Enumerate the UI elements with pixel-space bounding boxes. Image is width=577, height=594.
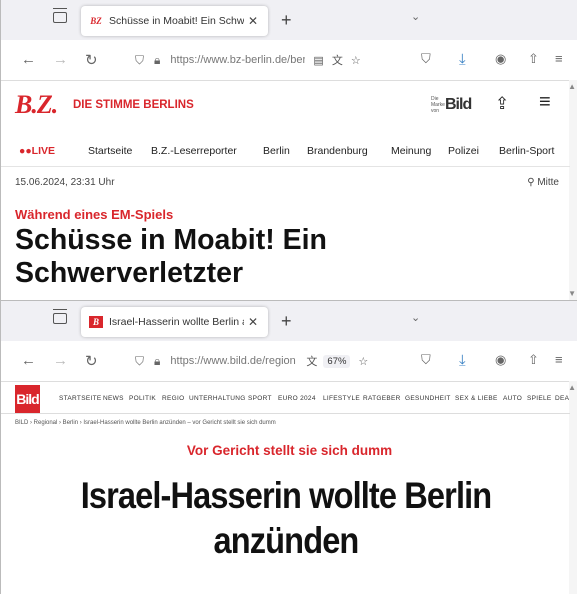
article-date: 15.06.2024, 23:31 Uhr <box>15 177 115 188</box>
bild-brand-link[interactable]: Die Marke von Bild <box>431 94 473 116</box>
chevron-down-icon[interactable]: ⌄ <box>411 10 420 23</box>
account-icon[interactable]: ◉ <box>495 352 506 368</box>
translate-icon[interactable]: 文 <box>306 353 317 369</box>
lock-icon[interactable]: 🔒︎ <box>154 53 160 68</box>
lock-icon[interactable]: 🔒︎ <box>154 354 160 369</box>
bz-nav: ●●LIVE Startseite B.Z.-Leserreporter Ber… <box>1 136 570 167</box>
article-location: ⚲ Mitte <box>527 177 559 188</box>
article-kicker: Während eines EM-Spiels <box>15 207 174 222</box>
tab-list-icon[interactable] <box>53 309 67 324</box>
nav-euro-2024[interactable]: EURO 2024 <box>278 395 316 402</box>
pocket-icon[interactable]: ⛉ <box>421 51 431 67</box>
close-icon[interactable]: ✕ <box>248 315 258 329</box>
menu-icon[interactable]: ≡ <box>555 51 563 66</box>
forward-icon[interactable]: → <box>53 352 68 369</box>
menu-icon[interactable]: ≡ <box>555 352 563 367</box>
pocket-icon[interactable]: ⛉ <box>421 352 431 368</box>
reload-icon[interactable]: ↻ <box>85 352 98 370</box>
nav-meinung[interactable]: Meinung <box>391 145 431 157</box>
article-headline: Schüsse in Moabit! Ein Schwerverletzter <box>15 224 327 289</box>
article-headline: Israel-Hasserin wollte Berlin anzünden <box>80 475 492 561</box>
download-icon[interactable]: ⤓ <box>459 51 466 68</box>
nav-berlin[interactable]: Berlin <box>263 145 290 157</box>
url-bar[interactable]: ⛉ 🔒︎ https://www.bild.de/region 文 67% ☆ <box>129 348 391 374</box>
url-text[interactable]: https://www.bild.de/region <box>170 355 298 367</box>
share-icon[interactable]: ⇪ <box>495 94 509 114</box>
nav-regio[interactable]: REGIO <box>162 395 184 402</box>
shield-icon[interactable]: ⛉ <box>135 53 144 68</box>
back-icon[interactable]: ← <box>21 352 36 369</box>
tab-bar: B Israel-Hasserin wollte Berlin an: ✕ + … <box>1 301 577 341</box>
nav-leserreporter[interactable]: B.Z.-Leserreporter <box>151 145 237 157</box>
new-tab-button[interactable]: + <box>281 10 292 31</box>
bild-nav: Bild STARTSEITE NEWS POLITIK REGIO UNTER… <box>1 381 570 414</box>
chevron-down-icon[interactable]: ⌄ <box>411 311 420 324</box>
tab-title: Israel-Hasserin wollte Berlin an: <box>109 316 244 328</box>
nav-bar: ← → ↻ ⛉ 🔒︎ https://www.bz-berlin.de/ber … <box>1 40 577 81</box>
nav-berlin-sport[interactable]: Berlin-Sport <box>499 145 554 157</box>
tab-title: Schüsse in Moabit! Ein Schwerv <box>109 15 244 27</box>
nav-lifestyle[interactable]: LIFESTYLE <box>323 395 360 402</box>
nav-politik[interactable]: POLITIK <box>129 395 156 402</box>
browser-window-bild: B Israel-Hasserin wollte Berlin an: ✕ + … <box>0 300 577 594</box>
new-tab-button[interactable]: + <box>281 311 292 332</box>
bz-claim: DIE STIMME BERLINS <box>73 99 194 111</box>
url-bar[interactable]: ⛉ 🔒︎ https://www.bz-berlin.de/ber ▤ 文 ☆ <box>129 47 391 73</box>
bild-logo[interactable]: Bild <box>15 385 40 413</box>
url-text[interactable]: https://www.bz-berlin.de/ber <box>170 54 305 66</box>
reader-view-icon[interactable]: ▤ <box>313 54 323 67</box>
account-icon[interactable]: ◉ <box>495 51 506 67</box>
browser-tab[interactable]: BZ Schüsse in Moabit! Ein Schwerv ✕ <box>81 6 268 36</box>
shield-icon[interactable]: ⛉ <box>135 354 144 369</box>
bz-header: B.Z. DIE STIMME BERLINS Die Marke von Bi… <box>1 82 570 130</box>
nav-more[interactable]: DEA <box>555 395 569 402</box>
bookmark-star-icon[interactable]: ☆ <box>358 355 368 368</box>
nav-gesundheit[interactable]: GESUNDHEIT <box>405 395 451 402</box>
nav-unterhaltung[interactable]: UNTERHALTUNG <box>189 395 246 402</box>
bz-favicon-icon: BZ <box>89 15 103 27</box>
nav-startseite[interactable]: Startseite <box>88 145 132 157</box>
browser-tab[interactable]: B Israel-Hasserin wollte Berlin an: ✕ <box>81 307 268 337</box>
scrollbar[interactable]: ▲ ▼ <box>568 80 577 300</box>
tab-bar: BZ Schüsse in Moabit! Ein Schwerv ✕ + ⌄ <box>1 0 577 40</box>
bild-brand-small: Die Marke von <box>431 96 445 114</box>
close-icon[interactable]: ✕ <box>248 14 258 28</box>
scroll-down-icon[interactable]: ▼ <box>568 289 576 298</box>
download-icon[interactable]: ⤓ <box>459 352 466 369</box>
bz-logo[interactable]: B.Z. <box>15 90 58 120</box>
bookmark-star-icon[interactable]: ☆ <box>351 54 361 67</box>
browser-window-bz: BZ Schüsse in Moabit! Ein Schwerv ✕ + ⌄ … <box>0 0 577 300</box>
article-kicker: Vor Gericht stellt sie sich dumm <box>186 443 393 458</box>
bild-brand-word: Bild <box>445 96 472 113</box>
reload-icon[interactable]: ↻ <box>85 51 98 69</box>
breadcrumb[interactable]: BILD › Regional › Berlin › Israel-Hasser… <box>15 420 276 426</box>
nav-ratgeber[interactable]: RATGEBER <box>363 395 401 402</box>
tab-list-icon[interactable] <box>53 8 67 23</box>
nav-sport[interactable]: SPORT <box>248 395 272 402</box>
nav-polizei[interactable]: Polizei <box>448 145 479 157</box>
scrollbar[interactable]: ▲ <box>568 381 577 594</box>
nav-news[interactable]: NEWS <box>103 395 124 402</box>
back-icon[interactable]: ← <box>21 51 36 68</box>
nav-startseite[interactable]: STARTSEITE <box>59 395 102 402</box>
nav-auto[interactable]: AUTO <box>503 395 522 402</box>
nav-brandenburg[interactable]: Brandenburg <box>307 145 368 157</box>
extensions-icon[interactable]: ⇧ <box>528 352 539 368</box>
nav-spiele[interactable]: SPIELE <box>527 395 552 402</box>
hamburger-menu-icon[interactable]: ≡ <box>539 91 551 114</box>
location-pin-icon: ⚲ <box>527 177 538 188</box>
nav-live[interactable]: ●●LIVE <box>19 145 55 157</box>
location-label: Mitte <box>537 177 559 188</box>
bild-favicon-icon: B <box>89 316 103 328</box>
nav-bar: ← → ↻ ⛉ 🔒︎ https://www.bild.de/region 文 … <box>1 341 577 382</box>
forward-icon[interactable]: → <box>53 51 68 68</box>
extensions-icon[interactable]: ⇧ <box>528 51 539 67</box>
zoom-level[interactable]: 67% <box>323 354 351 368</box>
nav-sex-liebe[interactable]: SEX & LIEBE <box>455 395 498 402</box>
translate-icon[interactable]: 文 <box>332 52 343 68</box>
